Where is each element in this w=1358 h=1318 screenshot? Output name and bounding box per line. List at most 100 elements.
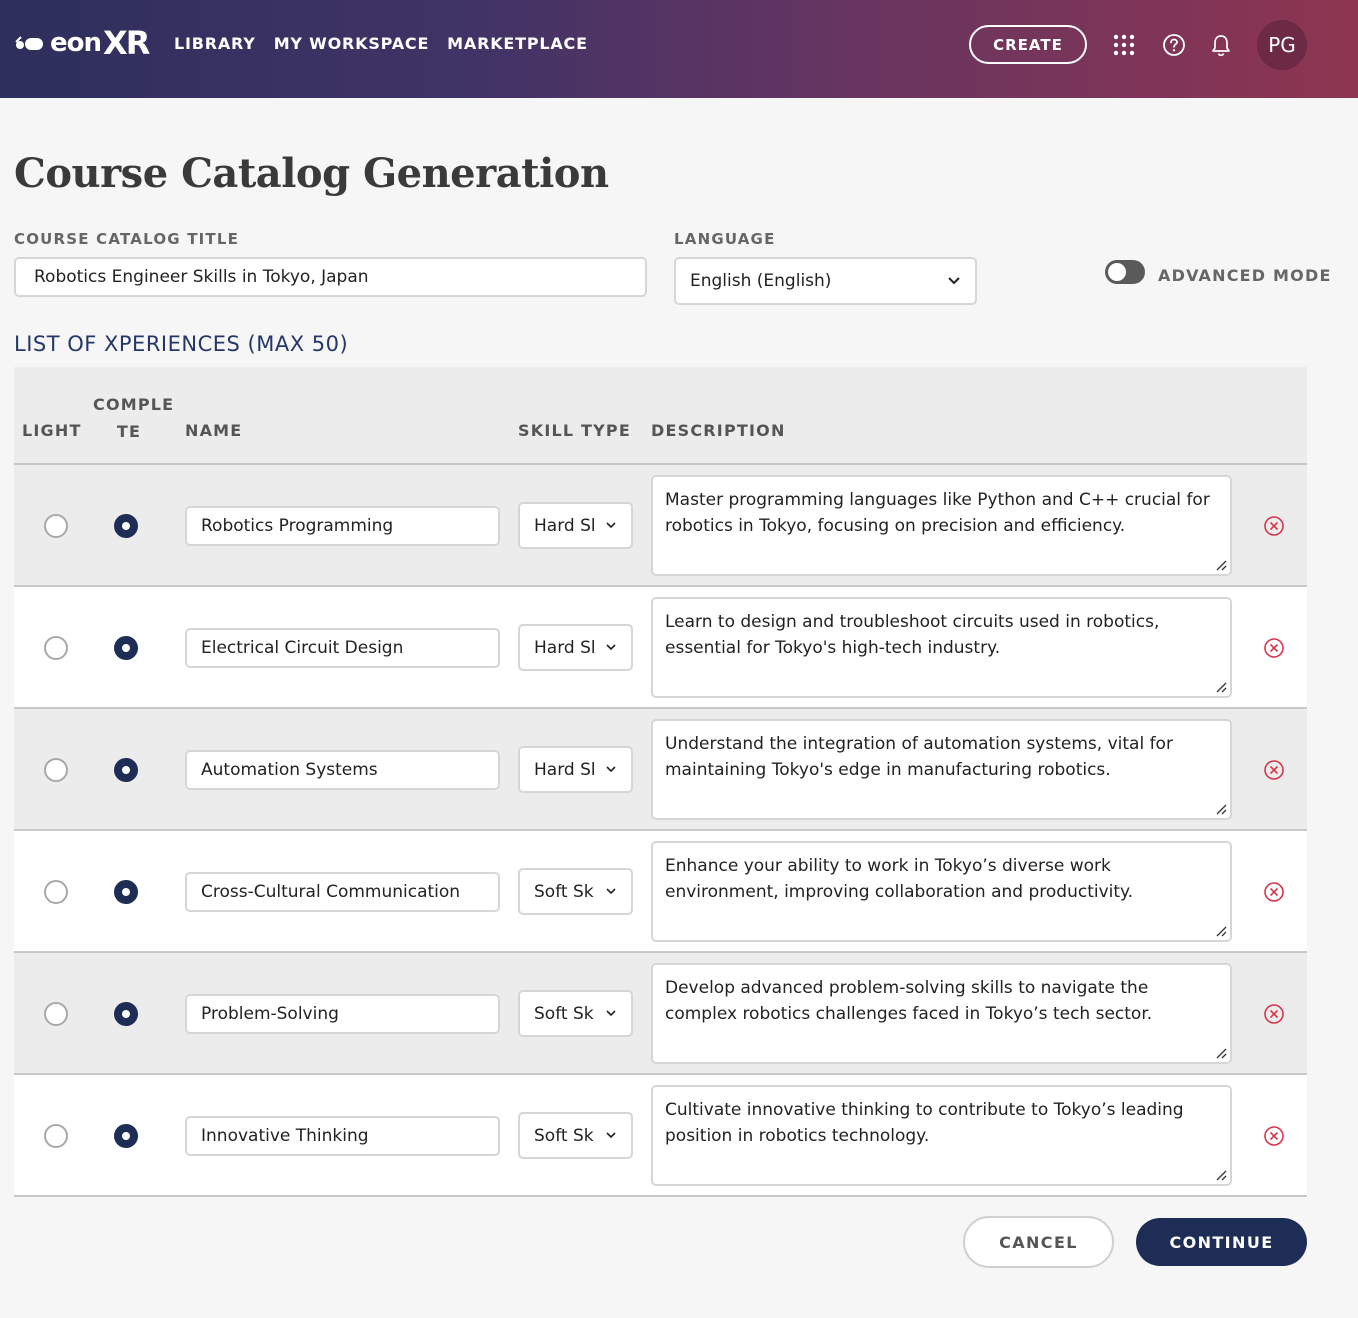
skill-type-select[interactable]: Soft Skill <box>518 868 633 915</box>
logo-mark-icon <box>15 36 43 50</box>
table-row: Cross-Cultural Communication Soft Skill … <box>14 831 1307 953</box>
advanced-mode-toggle[interactable] <box>1105 260 1145 284</box>
light-radio[interactable] <box>44 514 68 538</box>
column-description: DESCRIPTION <box>651 421 786 440</box>
logo-text: eon <box>50 28 102 58</box>
skill-type-value: Soft Skill <box>534 881 594 902</box>
xperiences-table: LIGHT COMPLE TE NAME SKILL TYPE DESCRIPT… <box>14 367 1307 1197</box>
skill-type-value: Hard Skill <box>534 637 594 658</box>
xperience-name-input[interactable]: Problem-Solving <box>185 994 500 1034</box>
xperience-description-textarea[interactable]: Learn to design and troubleshoot circuit… <box>651 597 1232 698</box>
remove-row-icon[interactable] <box>1263 759 1285 781</box>
skill-type-value: Hard Skill <box>534 759 594 780</box>
remove-row-icon[interactable] <box>1263 637 1285 659</box>
help-icon[interactable] <box>1161 32 1187 58</box>
skill-type-select[interactable]: Soft Skill <box>518 990 633 1037</box>
xperience-name-input[interactable]: Electrical Circuit Design <box>185 628 500 668</box>
light-radio[interactable] <box>44 880 68 904</box>
xperience-description-textarea[interactable]: Enhance your ability to work in Tokyo’s … <box>651 841 1232 942</box>
column-skill-type: SKILL TYPE <box>518 421 631 440</box>
complete-radio[interactable] <box>114 1124 138 1148</box>
language-label: LANGUAGE <box>674 230 776 248</box>
nav-my-workspace[interactable]: MY WORKSPACE <box>274 34 429 53</box>
xperience-description-textarea[interactable]: Master programming languages like Python… <box>651 475 1232 576</box>
chevron-down-icon <box>606 766 616 773</box>
table-row: Robotics Programming Hard Skill Master p… <box>14 465 1307 587</box>
resize-grip-icon[interactable] <box>1215 559 1227 571</box>
catalog-title-input[interactable]: Robotics Engineer Skills in Tokyo, Japan <box>14 257 647 297</box>
chevron-down-icon <box>606 1010 616 1017</box>
resize-grip-icon[interactable] <box>1215 681 1227 693</box>
light-radio[interactable] <box>44 1002 68 1026</box>
table-row: Automation Systems Hard Skill Understand… <box>14 709 1307 831</box>
description-text: Cultivate innovative thinking to contrib… <box>665 1100 1184 1146</box>
description-text: Develop advanced problem-solving skills … <box>665 978 1153 1024</box>
catalog-title-label: COURSE CATALOG TITLE <box>14 230 240 248</box>
xperience-description-textarea[interactable]: Develop advanced problem-solving skills … <box>651 963 1232 1064</box>
remove-row-icon[interactable] <box>1263 881 1285 903</box>
xperience-name-input[interactable]: Innovative Thinking <box>185 1116 500 1156</box>
skill-type-select[interactable]: Hard Skill <box>518 624 633 671</box>
description-text: Enhance your ability to work in Tokyo’s … <box>665 856 1134 902</box>
xperience-description-textarea[interactable]: Understand the integration of automation… <box>651 719 1232 820</box>
chevron-down-icon <box>606 888 616 895</box>
resize-grip-icon[interactable] <box>1215 925 1227 937</box>
light-radio[interactable] <box>44 758 68 782</box>
toggle-knob <box>1108 263 1126 281</box>
skill-type-select[interactable]: Hard Skill <box>518 746 633 793</box>
language-select[interactable]: English (English) <box>674 257 977 305</box>
skill-type-select[interactable]: Hard Skill <box>518 502 633 549</box>
complete-radio[interactable] <box>114 636 138 660</box>
light-radio[interactable] <box>44 636 68 660</box>
nav-library[interactable]: LIBRARY <box>174 34 256 53</box>
apps-grid-icon[interactable] <box>1111 32 1137 58</box>
complete-radio[interactable] <box>114 880 138 904</box>
table-header: LIGHT COMPLE TE NAME SKILL TYPE DESCRIPT… <box>14 367 1307 465</box>
xperiences-list-title: LIST OF XPERIENCES (MAX 50) <box>14 332 349 356</box>
xperience-name-input[interactable]: Cross-Cultural Communication <box>185 872 500 912</box>
user-avatar[interactable]: PG <box>1257 20 1307 70</box>
xperience-description-textarea[interactable]: Cultivate innovative thinking to contrib… <box>651 1085 1232 1186</box>
column-name: NAME <box>185 421 243 440</box>
skill-type-value: Soft Skill <box>534 1125 594 1146</box>
column-light: LIGHT <box>22 421 82 440</box>
skill-type-value: Hard Skill <box>534 515 594 536</box>
cancel-button[interactable]: CANCEL <box>963 1216 1114 1268</box>
description-text: Learn to design and troubleshoot circuit… <box>665 612 1160 658</box>
column-complete-line1: COMPLE <box>93 395 175 414</box>
chevron-down-icon <box>606 1132 616 1139</box>
top-navigation-bar: eon XR LIBRARY MY WORKSPACE MARKETPLACE … <box>0 0 1358 98</box>
language-value: English (English) <box>690 271 832 291</box>
description-text: Master programming languages like Python… <box>665 490 1210 536</box>
complete-radio[interactable] <box>114 514 138 538</box>
advanced-mode-label: ADVANCED MODE <box>1158 266 1332 285</box>
chevron-down-icon <box>948 277 960 285</box>
column-complete-line2: TE <box>116 422 142 441</box>
resize-grip-icon[interactable] <box>1215 803 1227 815</box>
resize-grip-icon[interactable] <box>1215 1169 1227 1181</box>
nav-marketplace[interactable]: MARKETPLACE <box>447 34 588 53</box>
light-radio[interactable] <box>44 1124 68 1148</box>
complete-radio[interactable] <box>114 758 138 782</box>
eonxr-logo[interactable]: eon XR <box>14 24 150 62</box>
complete-radio[interactable] <box>114 1002 138 1026</box>
description-text: Understand the integration of automation… <box>665 734 1173 780</box>
xperience-name-input[interactable]: Automation Systems <box>185 750 500 790</box>
continue-button[interactable]: CONTINUE <box>1136 1218 1307 1266</box>
resize-grip-icon[interactable] <box>1215 1047 1227 1059</box>
main-nav: LIBRARY MY WORKSPACE MARKETPLACE <box>174 34 588 53</box>
bell-icon[interactable] <box>1208 32 1234 58</box>
xperience-name-input[interactable]: Robotics Programming <box>185 506 500 546</box>
skill-type-value: Soft Skill <box>534 1003 594 1024</box>
chevron-down-icon <box>606 522 616 529</box>
remove-row-icon[interactable] <box>1263 1125 1285 1147</box>
page-title: Course Catalog Generation <box>14 150 609 197</box>
skill-type-select[interactable]: Soft Skill <box>518 1112 633 1159</box>
table-row: Electrical Circuit Design Hard Skill Lea… <box>14 587 1307 709</box>
remove-row-icon[interactable] <box>1263 1003 1285 1025</box>
table-row: Problem-Solving Soft Skill Develop advan… <box>14 953 1307 1075</box>
remove-row-icon[interactable] <box>1263 515 1285 537</box>
create-button[interactable]: CREATE <box>969 25 1087 64</box>
logo-xr: XR <box>103 24 150 62</box>
column-complete: COMPLE TE <box>93 395 175 441</box>
